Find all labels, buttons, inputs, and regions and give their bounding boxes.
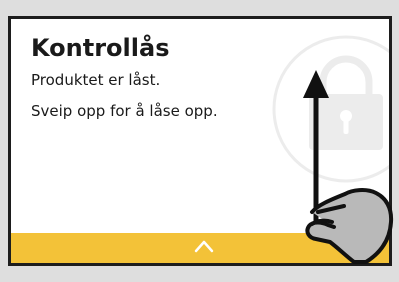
- page-title: Kontrollås: [31, 34, 170, 62]
- lock-screen[interactable]: Kontrollås Produktet er låst. Sveip opp …: [8, 16, 392, 266]
- locked-message: Produktet er låst.: [31, 71, 161, 89]
- chevron-up-icon: [194, 240, 214, 253]
- unlock-instruction: Sveip opp for å låse opp.: [31, 102, 218, 120]
- lock-icon: [272, 35, 389, 183]
- device-frame: Kontrollås Produktet er låst. Sveip opp …: [0, 0, 399, 282]
- swipe-unlock-bar[interactable]: [11, 233, 389, 263]
